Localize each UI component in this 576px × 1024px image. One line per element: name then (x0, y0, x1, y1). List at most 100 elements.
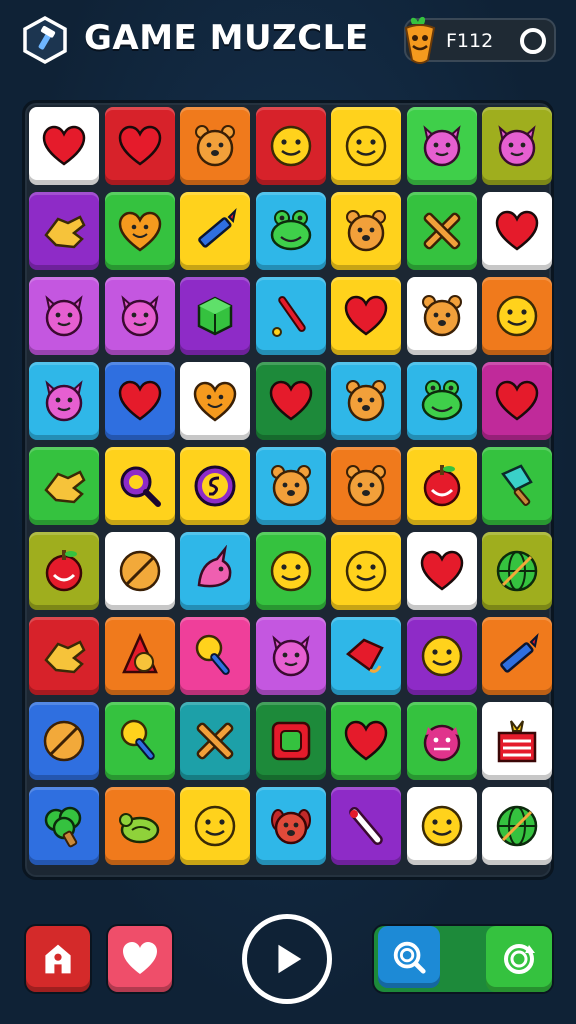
tile-hand-icon[interactable] (29, 192, 99, 270)
tile-lollipop-icon[interactable] (180, 617, 250, 695)
tile-hand-icon[interactable] (29, 447, 99, 525)
tile-heart-face-icon[interactable] (104, 192, 175, 270)
smiley-face-icon (270, 550, 311, 592)
cube-icon (197, 296, 233, 336)
tile-apple-icon[interactable] (406, 447, 477, 525)
tile-lollipop-icon[interactable] (104, 702, 175, 780)
refresh-button[interactable] (486, 926, 552, 992)
game-title: GAME MUZCLE (84, 18, 369, 58)
bear-face-icon (270, 465, 311, 507)
coin-value: F112 (446, 30, 494, 52)
smiley-face-icon (345, 125, 387, 167)
tile-coin-icon[interactable] (180, 447, 250, 525)
tile-smiley-face-icon[interactable] (406, 787, 477, 865)
tile-smiley-face-icon[interactable] (180, 787, 250, 865)
search-button[interactable] (378, 926, 440, 988)
frog-face-icon (270, 210, 311, 251)
shield-hammer-icon[interactable] (22, 16, 68, 64)
tile-pencil-icon[interactable] (180, 192, 250, 270)
tile-stick-icon[interactable] (331, 787, 401, 865)
tile-heart-icon[interactable] (104, 107, 175, 185)
heart-icon (42, 125, 86, 166)
tile-bear-face-icon[interactable] (406, 277, 477, 355)
tile-box-icon[interactable] (482, 702, 552, 780)
play-button[interactable] (242, 914, 332, 1004)
tile-ice-cream-icon[interactable] (482, 447, 552, 525)
globe-icon (496, 550, 538, 592)
lollipop-icon (120, 719, 155, 760)
tile-bear-face-icon[interactable] (331, 362, 401, 440)
tile-heart-icon[interactable] (482, 192, 552, 270)
tile-cross-icon[interactable] (406, 192, 477, 270)
tile-broccoli-icon[interactable] (29, 787, 99, 865)
apple-icon (45, 550, 83, 592)
tile-dog-face-icon[interactable] (255, 787, 326, 865)
ring-icon[interactable] (520, 28, 546, 54)
lives-button[interactable] (108, 926, 172, 992)
tile-ball-icon[interactable] (29, 702, 99, 780)
home-button[interactable] (26, 926, 90, 992)
tile-globe-icon[interactable] (482, 532, 552, 610)
tile-cat-face-icon[interactable] (29, 277, 99, 355)
tile-cube-icon[interactable] (180, 277, 250, 355)
tile-pencil-icon[interactable] (482, 617, 552, 695)
coin-counter[interactable]: F112 (404, 16, 556, 64)
frog-face-icon (421, 380, 462, 421)
play-icon (278, 944, 302, 974)
tile-apple-icon[interactable] (29, 532, 99, 610)
tile-smiley-face-icon[interactable] (331, 107, 401, 185)
tile-smiley-face-icon[interactable] (255, 532, 326, 610)
tile-bear-face-icon[interactable] (331, 192, 401, 270)
tile-smiley-face-icon[interactable] (331, 532, 401, 610)
tile-cross-icon[interactable] (180, 702, 250, 780)
tile-smiley-face-icon[interactable] (255, 107, 326, 185)
cat-face-icon (422, 125, 461, 167)
tile-heart-face-icon[interactable] (180, 362, 250, 440)
tile-cat-face-icon[interactable] (29, 362, 99, 440)
globe-icon (496, 805, 538, 847)
tile-cat-face-icon[interactable] (255, 617, 326, 695)
tile-heart-icon[interactable] (482, 362, 552, 440)
tile-heart-icon[interactable] (331, 702, 401, 780)
tile-smiley-face-icon[interactable] (406, 617, 477, 695)
cross-icon (196, 722, 234, 760)
tile-bear-face-icon[interactable] (180, 107, 250, 185)
tile-heart-icon[interactable] (406, 532, 477, 610)
tile-square-icon[interactable] (255, 702, 326, 780)
heart-icon (118, 125, 161, 166)
ball-icon (119, 550, 160, 592)
tile-bear-face-icon[interactable] (331, 447, 401, 525)
tile-heart-icon[interactable] (255, 362, 326, 440)
heart-face-icon (118, 211, 161, 252)
tile-turtle-icon[interactable] (104, 787, 175, 865)
tile-kite-icon[interactable] (331, 617, 401, 695)
tile-cat-face-icon[interactable] (482, 107, 552, 185)
cat-face-icon (498, 125, 536, 167)
tile-bat-icon[interactable] (255, 277, 326, 355)
tile-frog-face-icon[interactable] (406, 362, 477, 440)
tile-heart-icon[interactable] (29, 107, 99, 185)
game-board (22, 100, 554, 880)
bear-face-icon (346, 210, 386, 252)
tile-cat-face-icon[interactable] (406, 107, 477, 185)
home-icon (45, 944, 71, 974)
tile-dragon-face-icon[interactable] (406, 702, 477, 780)
tile-triangle-hand-icon[interactable] (104, 617, 175, 695)
tile-frog-face-icon[interactable] (255, 192, 326, 270)
tile-heart-icon[interactable] (331, 277, 401, 355)
tile-bear-face-icon[interactable] (255, 447, 326, 525)
broccoli-icon (44, 806, 82, 848)
tile-magnifier-icon[interactable] (104, 447, 175, 525)
apple-icon (423, 465, 460, 507)
tile-globe-icon[interactable] (482, 787, 552, 865)
cat-face-icon (271, 635, 310, 677)
tile-cat-face-icon[interactable] (104, 277, 175, 355)
bear-face-icon (346, 465, 386, 507)
tile-unicorn-icon[interactable] (180, 532, 250, 610)
tile-smiley-face-icon[interactable] (482, 277, 552, 355)
tile-hand-icon[interactable] (29, 617, 99, 695)
tile-ball-icon[interactable] (104, 532, 175, 610)
tile-heart-icon[interactable] (104, 362, 175, 440)
ice-cream-icon (501, 464, 533, 507)
smiley-face-icon (421, 635, 462, 677)
